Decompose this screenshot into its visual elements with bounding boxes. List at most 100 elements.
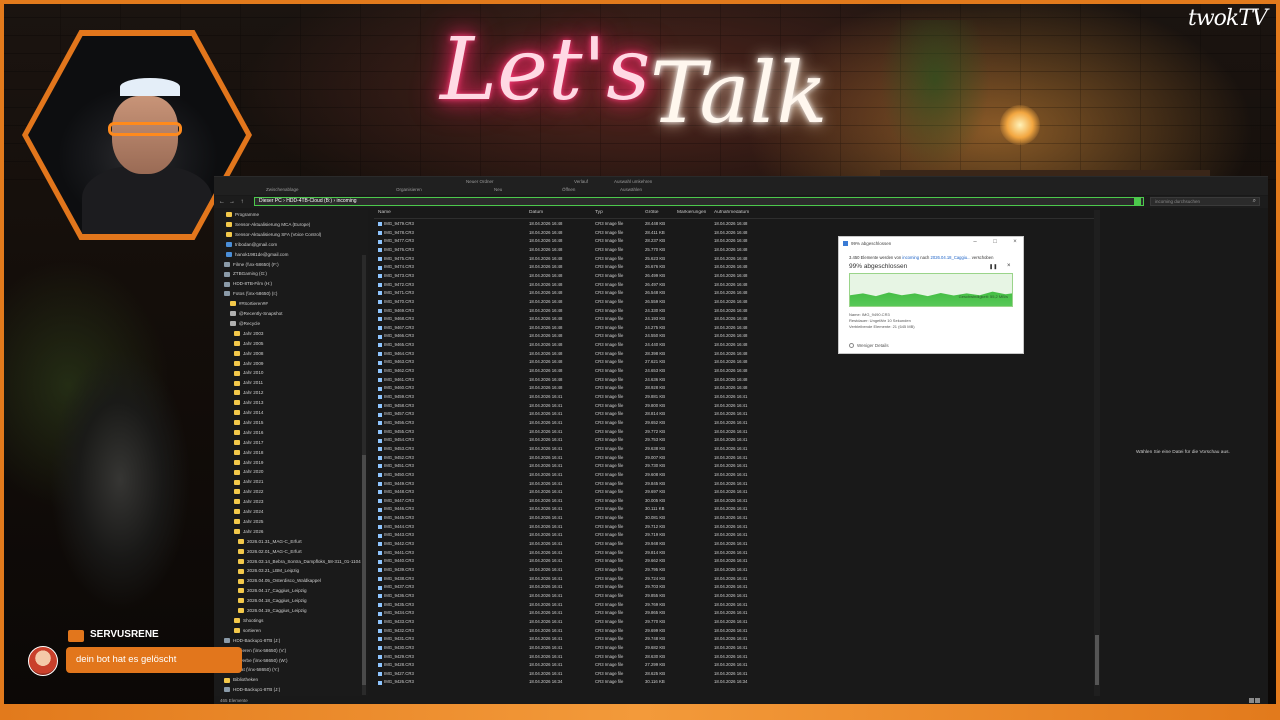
file-row[interactable]: IMG_9429.CR3 18.04.2026 16:41 CR3 Image fi… <box>374 653 1094 662</box>
up-arrow-icon[interactable]: ↑ <box>238 198 246 206</box>
sidebar-item[interactable]: ZTBGaming (G:) <box>224 269 267 279</box>
file-row[interactable]: IMG_9442.CR3 18.04.2026 16:41 CR3 Image fi… <box>374 540 1094 549</box>
navigation-pane-scrollbar[interactable] <box>362 255 366 695</box>
file-row[interactable]: IMG_9463.CR3 18.04.2026 16:48 CR3 Image fi… <box>374 358 1094 367</box>
sidebar-item[interactable]: Jahr 2017 <box>234 438 263 448</box>
file-row[interactable]: IMG_9440.CR3 18.04.2026 16:41 CR3 Image fi… <box>374 557 1094 566</box>
sidebar-item[interactable]: Sensor-Aktualisierung SFA (Voice Control… <box>226 230 321 240</box>
sidebar-item[interactable]: 2026.02.01_MAG-C_Erfurt <box>238 547 302 557</box>
sidebar-item[interactable]: HDD-8TB-Film (H:) <box>224 279 272 289</box>
refresh-icon[interactable] <box>1134 198 1141 205</box>
ribbon-new-folder[interactable]: Neuer Ordner <box>466 179 494 184</box>
file-row[interactable]: IMG_9426.CR3 18.04.2026 16:34 CR3 Image fi… <box>374 678 1094 687</box>
column-header-date[interactable]: Datum <box>529 210 543 215</box>
sidebar-item[interactable]: 2026.04.17_Caggius_Leipzig <box>238 586 307 596</box>
sidebar-item[interactable]: sortieren <box>234 626 261 636</box>
sidebar-item[interactable]: Shootings <box>234 616 263 626</box>
file-row[interactable]: IMG_9456.CR3 18.04.2026 16:41 CR3 Image fi… <box>374 419 1094 428</box>
file-row[interactable]: IMG_9443.CR3 18.04.2026 16:41 CR3 Image fi… <box>374 531 1094 540</box>
column-header-taken[interactable]: Aufnahmedatum <box>714 210 749 215</box>
source-folder-link[interactable]: incoming <box>902 255 919 260</box>
pause-icon[interactable]: ❚❚ <box>989 264 997 270</box>
file-row[interactable]: IMG_9452.CR3 18.04.2026 16:41 CR3 Image fi… <box>374 454 1094 463</box>
sidebar-item[interactable]: Jahr 2015 <box>234 418 263 428</box>
address-bar[interactable]: Dieser PC › HDD-4TB-Cloud (B:) › incomin… <box>254 197 1144 206</box>
sidebar-item[interactable]: Jahr 2012 <box>234 388 263 398</box>
sidebar-item[interactable]: Jahr 2019 <box>234 458 263 468</box>
file-row[interactable]: IMG_9427.CR3 18.04.2026 16:41 CR3 Image fi… <box>374 670 1094 679</box>
file-row[interactable]: IMG_9444.CR3 18.04.2026 16:41 CR3 Image fi… <box>374 523 1094 532</box>
file-row[interactable]: IMG_9458.CR3 18.04.2026 16:41 CR3 Image fi… <box>374 402 1094 411</box>
sidebar-item[interactable]: Sensor-Aktualisierung MCA (Europe) <box>226 220 310 230</box>
file-row[interactable]: IMG_9457.CR3 18.04.2026 16:41 CR3 Image fi… <box>374 410 1094 419</box>
back-arrow-icon[interactable]: ← <box>218 198 226 206</box>
cancel-icon[interactable]: × <box>1007 263 1011 269</box>
sidebar-item[interactable]: Jahr 2021 <box>234 477 263 487</box>
sidebar-item[interactable]: Jahr 2024 <box>234 507 263 517</box>
sidebar-item[interactable]: Jahr 2009 <box>234 359 263 369</box>
tiles-view-icon[interactable] <box>1255 698 1260 703</box>
file-row[interactable]: IMG_9437.CR3 18.04.2026 16:41 CR3 Image fi… <box>374 583 1094 592</box>
file-row[interactable]: IMG_9430.CR3 18.04.2026 16:41 CR3 Image fi… <box>374 644 1094 653</box>
file-row[interactable]: IMG_9445.CR3 18.04.2026 16:41 CR3 Image fi… <box>374 514 1094 523</box>
column-header-tags[interactable]: Markierungen <box>677 210 706 215</box>
file-row[interactable]: IMG_9461.CR3 18.04.2026 16:48 CR3 Image fi… <box>374 376 1094 385</box>
file-row[interactable]: IMG_9460.CR3 18.04.2026 16:48 CR3 Image fi… <box>374 384 1094 393</box>
sidebar-item[interactable]: Jahr 2023 <box>234 497 263 507</box>
scrollbar-thumb[interactable] <box>1095 635 1099 685</box>
scrollbar-thumb[interactable] <box>362 455 366 685</box>
sidebar-item[interactable]: Filme (\\nx-58650) (F:) <box>224 260 279 270</box>
close-icon[interactable]: × <box>1011 239 1019 246</box>
sidebar-item[interactable]: Fotos (\\nx-58650) (I:) <box>224 289 277 299</box>
ribbon-history[interactable]: Verlauf <box>574 179 588 184</box>
ribbon-organize[interactable]: Organisieren <box>396 187 422 192</box>
minimize-icon[interactable]: – <box>971 239 979 246</box>
file-row[interactable]: IMG_9450.CR3 18.04.2026 16:41 CR3 Image fi… <box>374 471 1094 480</box>
maximize-icon[interactable]: □ <box>991 239 999 246</box>
file-row[interactable]: IMG_9451.CR3 18.04.2026 16:41 CR3 Image fi… <box>374 462 1094 471</box>
sidebar-item[interactable]: Jahr 2025 <box>234 517 263 527</box>
sidebar-item[interactable]: Jahr 2020 <box>234 467 263 477</box>
sidebar-item[interactable]: 2026.04.19_Caggius_Leipzig <box>238 606 307 616</box>
file-row[interactable]: IMG_9462.CR3 18.04.2026 16:48 CR3 Image fi… <box>374 367 1094 376</box>
sidebar-item[interactable]: Programme <box>226 210 259 220</box>
column-header-size[interactable]: Größe <box>645 210 659 215</box>
file-row[interactable]: IMG_9433.CR3 18.04.2026 16:41 CR3 Image fi… <box>374 618 1094 627</box>
file-row[interactable]: IMG_9448.CR3 18.04.2026 16:41 CR3 Image fi… <box>374 488 1094 497</box>
file-row[interactable]: IMG_9432.CR3 18.04.2026 16:41 CR3 Image fi… <box>374 627 1094 636</box>
forward-arrow-icon[interactable]: → <box>228 198 236 206</box>
file-row[interactable]: IMG_9453.CR3 18.04.2026 16:41 CR3 Image fi… <box>374 445 1094 454</box>
sidebar-item[interactable]: 2026.03.21_LBM_Leipzig <box>238 566 299 576</box>
ribbon-select[interactable]: Auswählen <box>620 187 642 192</box>
file-row[interactable]: IMG_9441.CR3 18.04.2026 16:41 CR3 Image fi… <box>374 549 1094 558</box>
file-row[interactable]: IMG_9447.CR3 18.04.2026 16:41 CR3 Image fi… <box>374 497 1094 506</box>
sidebar-item[interactable]: @Recently-Snapshot <box>230 309 282 319</box>
sidebar-item[interactable]: Jahr 2016 <box>234 428 263 438</box>
sidebar-item[interactable]: Jahr 2013 <box>234 398 263 408</box>
file-row[interactable]: IMG_9454.CR3 18.04.2026 16:41 CR3 Image fi… <box>374 436 1094 445</box>
ribbon-open[interactable]: Öffnen <box>562 187 575 192</box>
ribbon-clipboard[interactable]: Zwischenablage <box>266 187 299 192</box>
sidebar-item[interactable]: 2026.01.31_MAG-C_Erfurt <box>238 537 302 547</box>
sidebar-item[interactable]: HDD-Backup1-8TB (J:) <box>224 636 280 646</box>
file-row[interactable]: IMG_9479.CR3 18.04.2026 16:48 CR3 Image fi… <box>374 220 1094 229</box>
file-row[interactable]: IMG_9431.CR3 18.04.2026 16:41 CR3 Image fi… <box>374 635 1094 644</box>
column-header-name[interactable]: Name <box>378 210 391 215</box>
sidebar-item[interactable]: Jahr 2026 <box>234 527 263 537</box>
sidebar-item[interactable]: Jahr 2014 <box>234 408 263 418</box>
file-row[interactable]: IMG_9459.CR3 18.04.2026 16:41 CR3 Image fi… <box>374 393 1094 402</box>
column-header-type[interactable]: Typ <box>595 210 603 215</box>
destination-folder-link[interactable]: 2026.04.18_Caggiu... <box>931 255 971 260</box>
sidebar-item[interactable]: Jahr 2005 <box>234 339 263 349</box>
ribbon-invert-selection[interactable]: Auswahl umkehren <box>614 179 652 184</box>
file-row[interactable]: IMG_9439.CR3 18.04.2026 16:41 CR3 Image fi… <box>374 566 1094 575</box>
details-view-icon[interactable] <box>1249 698 1254 703</box>
sidebar-item[interactable]: Jahr 2008 <box>234 349 263 359</box>
search-input[interactable]: incoming durchsuchen ⌕ <box>1150 197 1260 206</box>
sidebar-item[interactable]: Jahr 2010 <box>234 368 263 378</box>
sidebar-item[interactable]: Jahr 2018 <box>234 448 263 458</box>
file-row[interactable]: IMG_9455.CR3 18.04.2026 16:41 CR3 Image fi… <box>374 428 1094 437</box>
file-row[interactable]: IMG_9438.CR3 18.04.2026 16:41 CR3 Image fi… <box>374 575 1094 584</box>
sidebar-item[interactable]: Jahr 2022 <box>234 487 263 497</box>
sidebar-item[interactable]: Jahr 2011 <box>234 378 263 388</box>
